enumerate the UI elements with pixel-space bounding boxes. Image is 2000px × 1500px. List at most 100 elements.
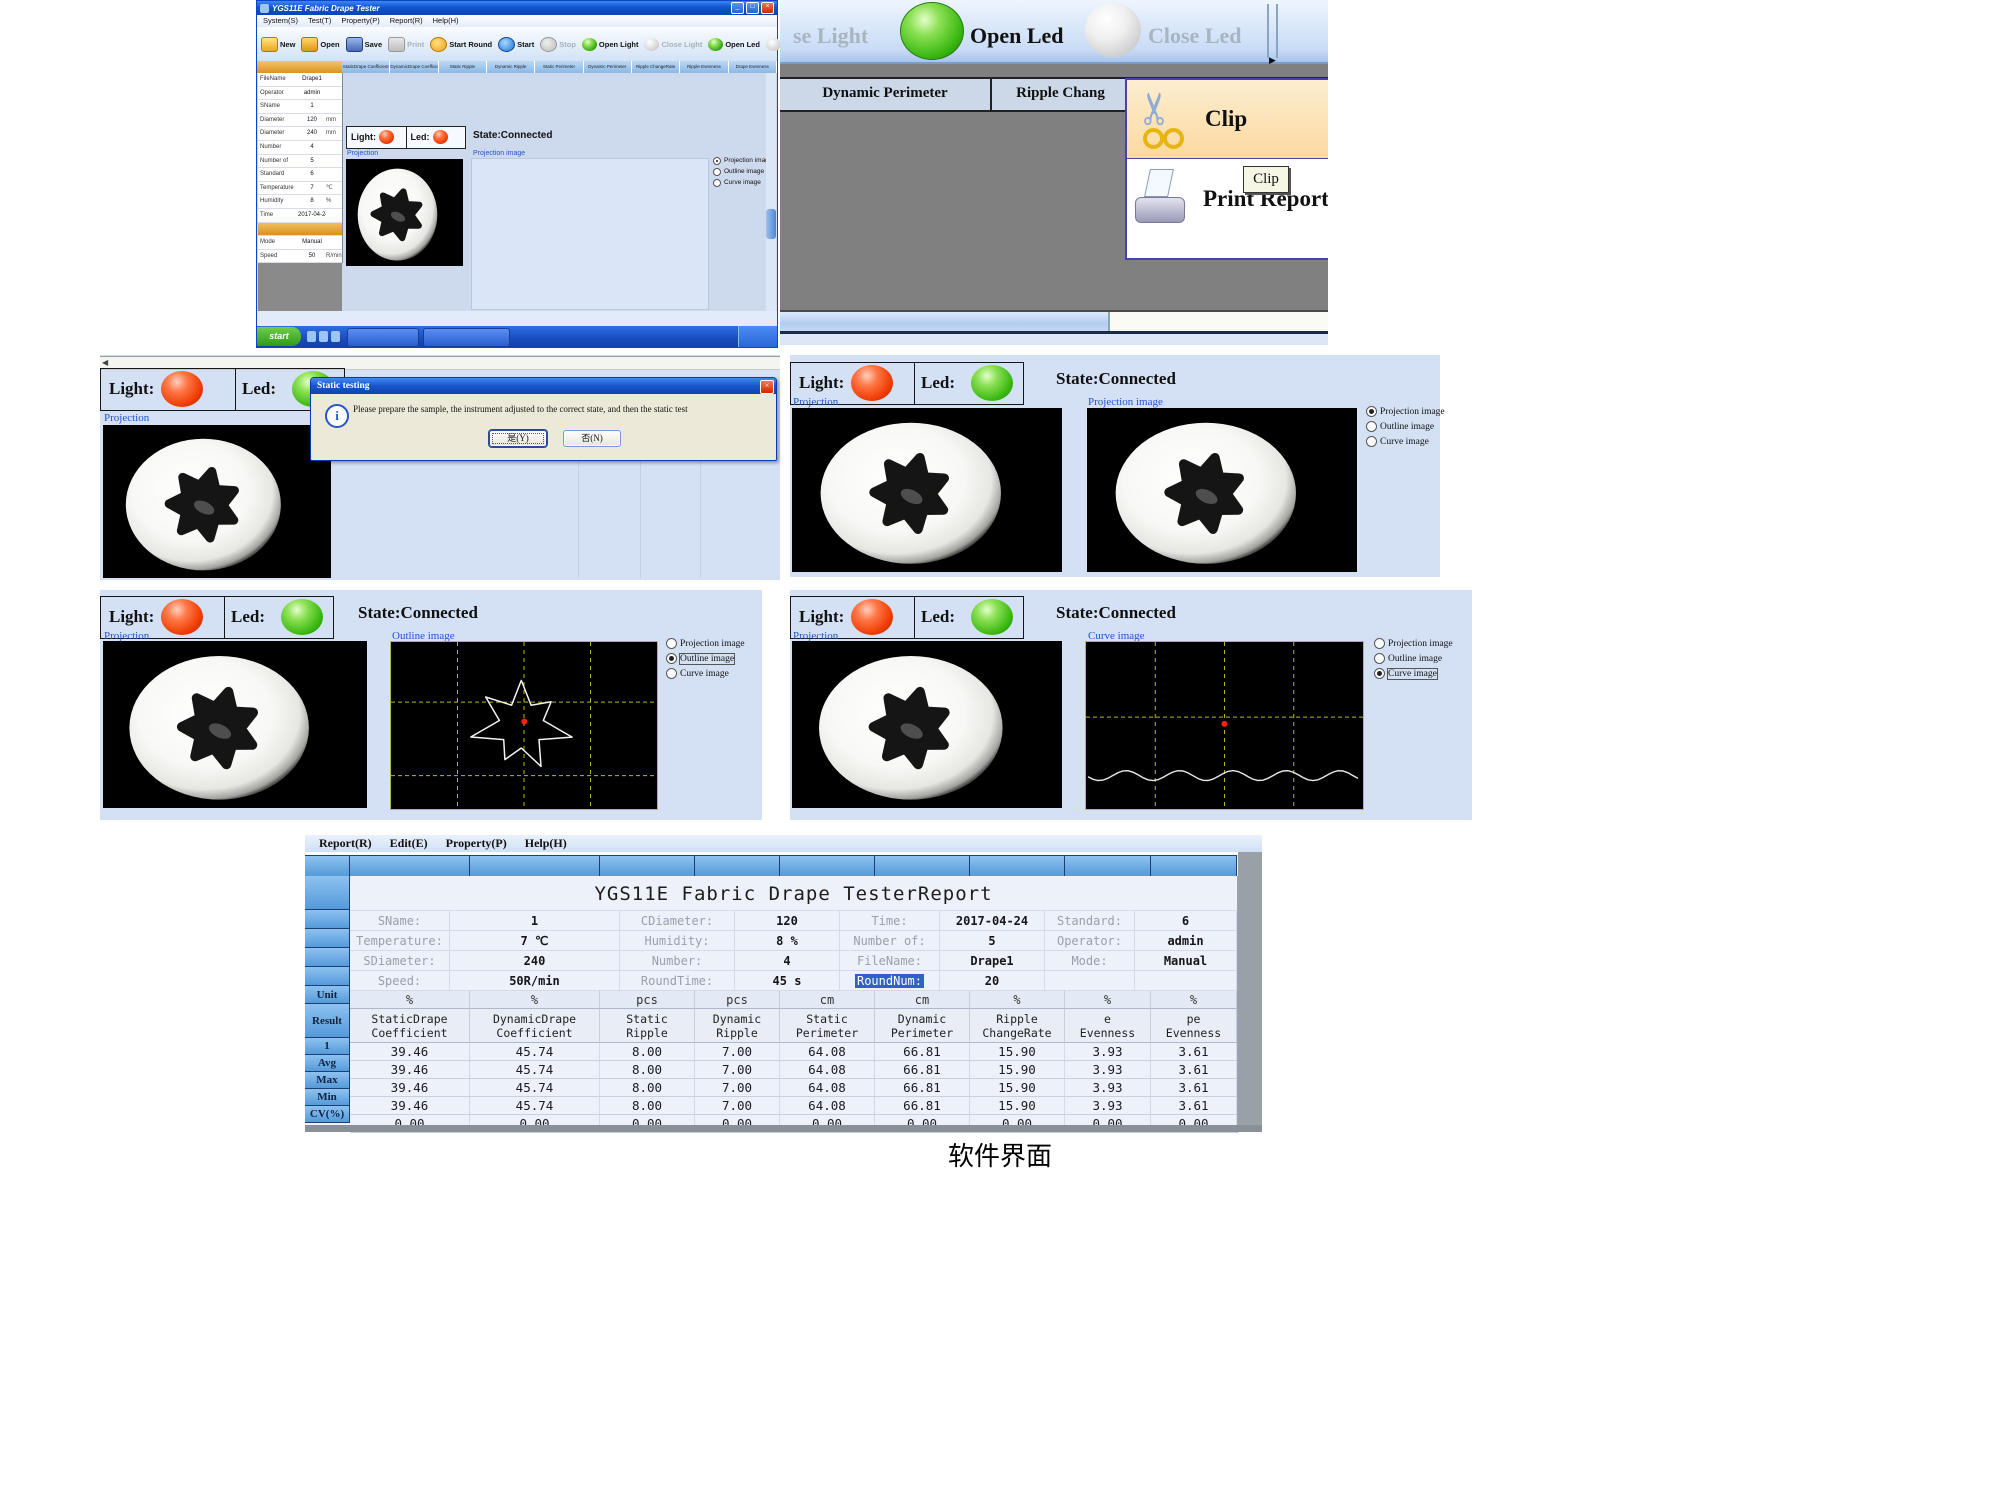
quick-launch-icon[interactable] [307,331,316,342]
unit-cell: pcs [600,991,695,1009]
column-header-cell [970,856,1065,877]
maximize-button[interactable]: □ [746,2,759,14]
data-cell: 64.08 [780,1079,875,1096]
toolbar-button-start[interactable]: Start [498,37,534,52]
radio-option[interactable]: Projection image [1366,404,1445,419]
window-titlebar[interactable]: YGS11E Fabric Drape Tester _ □ × [257,1,777,15]
close-button[interactable]: × [761,2,774,14]
toolbar-button-open[interactable]: Open [301,37,339,52]
radio-option[interactable]: Outline image [1366,419,1445,434]
context-menu: ✂ Clip Print Report [1125,78,1328,260]
led-label: Led: [921,363,955,403]
task-button[interactable] [423,328,510,347]
radio-option[interactable]: Projection image [666,636,745,651]
context-menu-item-clip[interactable]: ✂ Clip [1127,80,1328,159]
grid-line [700,457,701,578]
menu-item[interactable]: Property(P) [341,15,379,27]
menu-item[interactable]: Report(R) [390,15,423,27]
minimize-button[interactable]: _ [731,2,744,14]
close-light-button-label[interactable]: se Light [793,23,868,49]
parameter-sidebar[interactable]: FileNameDrape1OperatoradminSName1Diamete… [258,73,343,263]
context-menu-item-print-report[interactable]: Print Report [1127,159,1328,239]
menu-item[interactable]: Edit(E) [390,835,428,852]
close-led-button-label[interactable]: Close Led [1148,23,1242,49]
info-text: RoundNum: [855,974,924,988]
scrollbar-thumb[interactable] [780,312,1110,333]
menu-item[interactable]: Help(H) [525,835,567,852]
column-header: Ripple Chang [992,79,1131,110]
yes-button[interactable]: 是(Y) [489,430,547,447]
connection-state: State:Connected [1056,603,1176,623]
sidebar-unit [326,209,342,222]
selected-column-cell[interactable] [257,61,342,73]
close-led-orb[interactable] [1085,3,1141,57]
info-text: Time: [871,914,907,928]
dialog-titlebar[interactable]: Static testing [311,378,776,394]
toolbar-button-close-light[interactable]: Close Light [644,38,702,51]
vertical-scrollbar[interactable] [766,73,776,311]
data-cell: 3.93 [1065,1079,1151,1096]
data-cell: 15.90 [970,1043,1065,1060]
open-led-button-label[interactable]: Open Led [970,23,1064,49]
menu-item[interactable]: Test(T) [308,15,331,27]
quick-launch-icon[interactable] [331,331,340,342]
toolbar-button-save[interactable]: Save [346,37,383,52]
unit-cell: cm [780,991,875,1009]
menu-item[interactable]: Help(H) [433,15,459,27]
column-header-cell [1151,856,1237,877]
dialog-close-button[interactable]: × [760,380,774,394]
menu-item[interactable]: System(S) [263,15,298,27]
column-header-cell [470,856,600,877]
unit-cell: cm [875,991,970,1009]
row-header-cell: Unit [305,986,350,1004]
radio-icon [666,668,677,679]
radio-option[interactable]: Curve image [666,666,745,681]
unit-cell: % [350,991,470,1009]
toolbar-button-open-light[interactable]: Open Light [582,38,639,51]
radio-label: Projection image [680,639,745,649]
report-info-row: Temperature:7 ℃Humidity:8 %Number of:5Op… [350,931,1237,951]
menu-item[interactable]: Report(R) [319,835,372,852]
light-orb [161,371,203,407]
radio-option[interactable]: Projection image [1374,636,1453,651]
column-header: Static Ripple [439,61,487,73]
horizontal-scrollbar[interactable] [780,310,1328,333]
radio-option[interactable]: Outline image [713,166,772,177]
no-button[interactable]: 否(N) [563,430,621,447]
menu-item[interactable]: Property(P) [446,835,507,852]
radio-option[interactable]: Curve image [713,177,772,188]
projection-group-label: Projection [104,412,149,424]
sidebar-row: Number4 [258,141,342,155]
toolbar-button-print[interactable]: Print [388,37,424,52]
curve-image [1085,641,1364,810]
image-type-radios: Projection imageOutline imageCurve image [1374,636,1453,681]
toolbar-button-stop[interactable]: Stop [540,37,576,52]
radio-option[interactable]: Outline image [1374,651,1453,666]
led-orb [281,599,323,635]
info-text: Temperature: [356,934,443,948]
report-info-cell: Drape1 [940,951,1045,970]
start-button[interactable]: start [257,327,301,346]
radio-option[interactable]: Outline image [666,651,745,666]
toolbar-button-new[interactable]: New [261,37,295,52]
row-header-cell: Max [305,1072,350,1089]
data-cell: 64.08 [780,1061,875,1078]
report-info-cell: Time: [840,911,940,930]
task-button[interactable] [347,328,419,347]
scrollbar-thumb[interactable] [766,209,776,239]
toolbar-button-start-round[interactable]: Start Round [430,37,492,52]
column-header: Dynamic Perimeter [780,79,992,110]
radio-option[interactable]: Curve image [1366,434,1445,449]
toolbar-button-open-led[interactable]: Open Led [708,38,760,51]
info-icon: i [325,404,349,428]
expand-arrow-icon[interactable]: ▶ [1269,55,1276,66]
figure-caption: 软件界面 [0,1136,2000,1173]
quick-launch-icon[interactable] [319,331,328,342]
info-text: 5 [988,934,995,948]
radio-icon [1374,668,1385,679]
report-menu-bar: Report(R) Edit(E) Property(P) Help(H) [305,835,1262,852]
radio-option[interactable]: Curve image [1374,666,1453,681]
radio-option[interactable]: Projection image [713,155,772,166]
open-led-orb[interactable] [900,2,964,60]
radio-icon [666,638,677,649]
